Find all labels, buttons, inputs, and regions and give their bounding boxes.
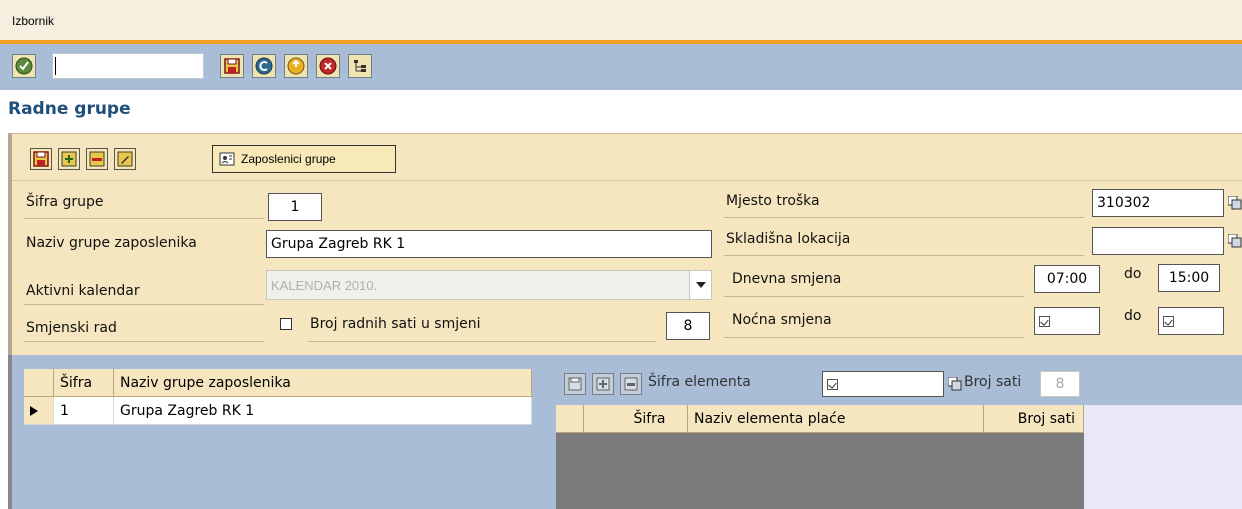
- enter-icon: [15, 57, 33, 75]
- chevron-down-icon[interactable]: [689, 271, 711, 299]
- main-toolbar: [0, 44, 1242, 90]
- delete-icon: [624, 377, 638, 391]
- storage-location-label: Skladišna lokacija: [726, 231, 851, 247]
- staff-group-button[interactable]: Zaposlenici grupe: [212, 145, 396, 173]
- value-help-icon: [1163, 315, 1174, 327]
- value-help-icon: [1039, 315, 1050, 327]
- group-form-panel: Zaposlenici grupe Šifra grupe 1 Naziv gr…: [8, 133, 1242, 355]
- exit-button[interactable]: [284, 54, 308, 78]
- form-edit-button[interactable]: [114, 148, 136, 170]
- column-header-code[interactable]: Šifra: [54, 369, 114, 397]
- label-underline: [24, 218, 264, 219]
- label-underline: [724, 255, 1084, 256]
- label-underline: [724, 296, 1024, 297]
- text-cursor: [55, 57, 56, 75]
- save-icon: [33, 151, 49, 167]
- night-shift-label: Noćna smjena: [732, 312, 832, 328]
- hours-per-shift-field[interactable]: 8: [666, 312, 710, 340]
- label-underline: [724, 217, 1084, 218]
- table-cell-name[interactable]: Grupa Zagreb RK 1: [114, 397, 532, 425]
- menu-bar: Izbornik: [0, 0, 1242, 40]
- salary-elements-panel: Šifra elementa Broj sati 8 Šifra Naziv e…: [552, 355, 1242, 509]
- save-button[interactable]: [220, 54, 244, 78]
- exit-icon: [287, 57, 305, 75]
- add-icon: [61, 151, 77, 167]
- label-underline: [24, 304, 264, 305]
- add-icon: [596, 377, 610, 391]
- element-code-label: Šifra elementa: [648, 374, 751, 390]
- shift-work-label: Smjenski rad: [26, 320, 117, 336]
- hours-per-shift-label: Broj radnih sati u smjeni: [310, 316, 481, 332]
- night-shift-to-field[interactable]: [1158, 307, 1224, 335]
- tree-icon: [354, 60, 366, 72]
- day-shift-from-field[interactable]: 07:00: [1034, 265, 1100, 293]
- back-button[interactable]: [252, 54, 276, 78]
- save-icon: [224, 58, 240, 74]
- active-calendar-label: Aktivni kalendar: [26, 283, 140, 299]
- night-shift-to-label: do: [1124, 308, 1142, 324]
- group-code-label: Šifra grupe: [26, 194, 104, 210]
- shift-work-checkbox[interactable]: [280, 318, 292, 330]
- salary-elements-table: Šifra Naziv elementa plaće Broj sati: [556, 405, 1084, 509]
- storage-location-field[interactable]: [1092, 227, 1224, 255]
- delete-icon: [89, 151, 105, 167]
- hours-label: Broj sati: [964, 374, 1022, 390]
- form-toolbar-divider: [12, 180, 1242, 181]
- cancel-button[interactable]: [316, 54, 340, 78]
- label-underline: [24, 341, 264, 342]
- lookup-icon[interactable]: [1228, 234, 1242, 248]
- back-icon: [255, 57, 273, 75]
- day-shift-to-label: do: [1124, 266, 1142, 282]
- cancel-icon: [319, 57, 337, 75]
- edit-icon: [117, 151, 133, 167]
- cost-center-label: Mjesto troška: [726, 193, 820, 209]
- column-header-name[interactable]: Naziv grupe zaposlenika: [114, 369, 532, 397]
- row-pointer-icon: [30, 405, 38, 416]
- elements-delete-button[interactable]: [620, 373, 642, 395]
- command-field[interactable]: [52, 53, 204, 79]
- day-shift-to-field[interactable]: 15:00: [1158, 264, 1220, 292]
- table-cell-code[interactable]: 1: [54, 397, 114, 425]
- form-save-button[interactable]: [30, 148, 52, 170]
- elements-add-button[interactable]: [592, 373, 614, 395]
- groups-table: Šifra Naziv grupe zaposlenika 1 Grupa Za…: [24, 369, 532, 509]
- lookup-icon[interactable]: [948, 377, 962, 391]
- people-icon: [219, 152, 235, 166]
- group-name-field[interactable]: Grupa Zagreb RK 1: [266, 230, 712, 258]
- column-header-code[interactable]: Šifra: [584, 405, 688, 433]
- row-selector-header: [24, 369, 54, 397]
- tree-button[interactable]: [348, 54, 372, 78]
- day-shift-label: Dnevna smjena: [732, 271, 842, 287]
- label-underline: [308, 341, 656, 342]
- active-calendar-select[interactable]: KALENDAR 2010.: [266, 270, 712, 300]
- enter-button[interactable]: [12, 54, 36, 78]
- form-delete-button[interactable]: [86, 148, 108, 170]
- night-shift-from-field[interactable]: [1034, 307, 1100, 335]
- column-header-element-name[interactable]: Naziv elementa plaće: [688, 405, 984, 433]
- cost-center-field[interactable]: 310302: [1092, 189, 1224, 217]
- hours-field[interactable]: 8: [1040, 371, 1080, 397]
- elements-save-button[interactable]: [564, 373, 586, 395]
- groups-table-panel: Šifra Naziv grupe zaposlenika 1 Grupa Za…: [8, 355, 552, 509]
- group-name-label: Naziv grupe zaposlenika: [26, 235, 197, 251]
- form-add-button[interactable]: [58, 148, 80, 170]
- row-selector-header: [556, 405, 584, 433]
- element-code-field[interactable]: [822, 371, 944, 397]
- row-selector[interactable]: [24, 397, 54, 425]
- lookup-icon[interactable]: [1228, 196, 1242, 210]
- table-empty-area: [1084, 405, 1242, 509]
- group-code-field[interactable]: 1: [268, 193, 322, 221]
- menu-izbornik[interactable]: Izbornik: [12, 14, 54, 28]
- value-help-icon: [827, 378, 838, 390]
- save-icon: [568, 377, 582, 391]
- label-underline: [724, 337, 1024, 338]
- page-title: Radne grupe: [8, 99, 131, 119]
- column-header-hours[interactable]: Broj sati: [984, 405, 1084, 433]
